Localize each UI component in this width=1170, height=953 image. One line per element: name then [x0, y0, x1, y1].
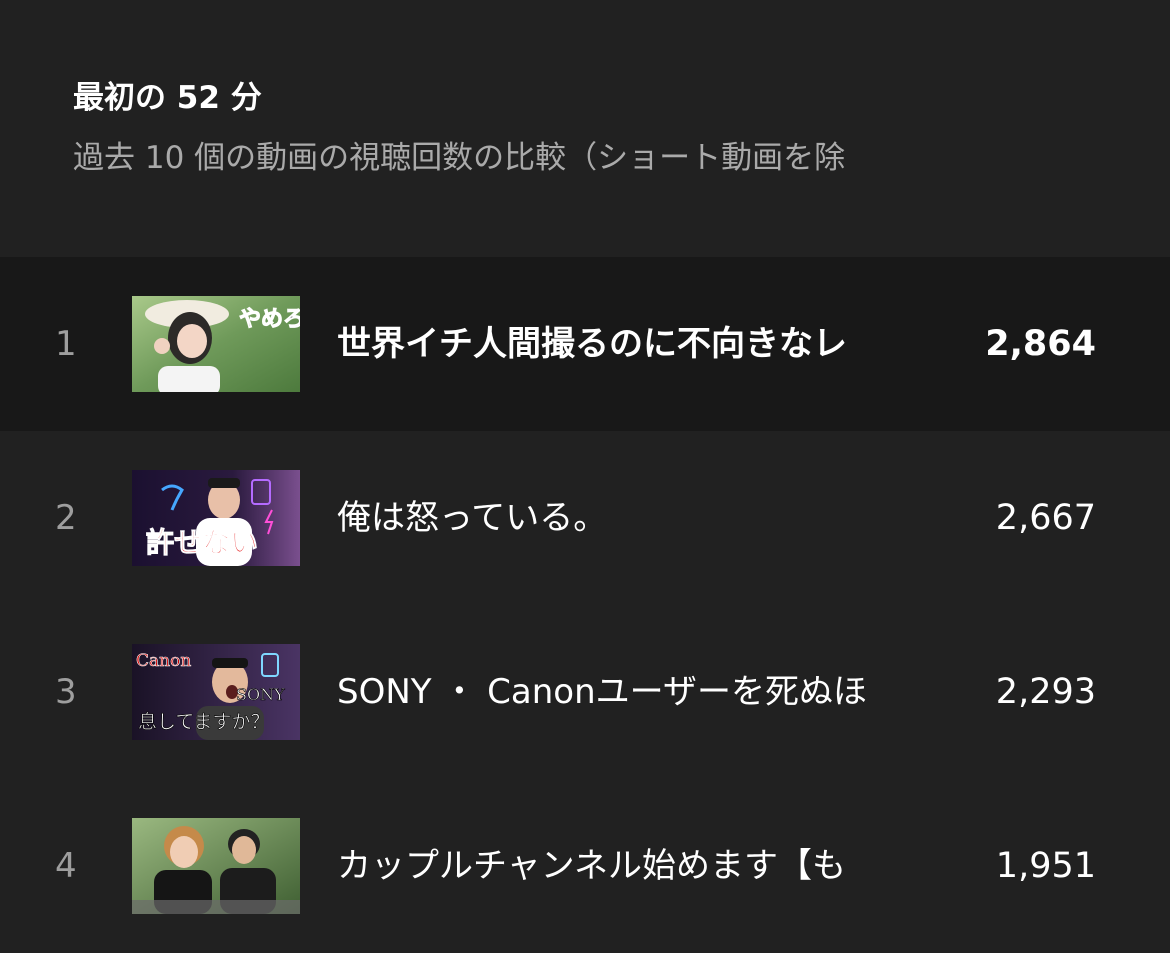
video-thumbnail[interactable]: Canon SONY 息してますか？	[132, 644, 300, 740]
video-views: 2,864	[985, 324, 1096, 364]
thumbnail-caption-canon: Canon	[136, 651, 191, 671]
video-title[interactable]: SONY ・ Canonユーザーを死ぬほ	[337, 605, 947, 779]
thumbnail-caption-question: 息してますか？	[138, 711, 269, 733]
thumbnail-caption: やめろ	[239, 307, 300, 332]
card-title: 最初の 52 分	[73, 80, 262, 116]
card-header: 最初の 52 分 過去 10 個の動画の視聴回数の比較（ショート動画を除	[73, 78, 1153, 178]
video-views: 1,951	[995, 846, 1096, 886]
thumbnail-caption-sony: SONY	[236, 685, 285, 704]
video-row[interactable]: 1 やめろ 世界イチ人間撮るのに不向きなレ 2,864	[0, 257, 1170, 431]
video-thumbnail[interactable]	[132, 818, 300, 914]
video-title[interactable]: 俺は怒っている。	[337, 431, 947, 605]
card-subtitle: 過去 10 個の動画の視聴回数の比較（ショート動画を除	[73, 140, 846, 176]
thumbnail-caption: 許せない	[146, 526, 258, 559]
video-rank: 1	[55, 324, 77, 364]
video-row[interactable]: 4 カップルチャンネル始めます【も 1,951	[0, 779, 1170, 953]
video-title[interactable]: 世界イチ人間撮るのに不向きなレ	[337, 257, 947, 431]
video-rank: 2	[55, 498, 77, 538]
video-thumbnail[interactable]: やめろ	[132, 296, 300, 392]
video-rank: 3	[55, 672, 77, 712]
video-row[interactable]: 2 許せない 俺は怒っている。 2,667	[0, 431, 1170, 605]
video-list: 1 やめろ 世界イチ人間撮るのに不向きなレ 2,864 2 許せない 俺は怒って…	[0, 257, 1170, 953]
views-comparison-card: 最初の 52 分 過去 10 個の動画の視聴回数の比較（ショート動画を除 1 や…	[0, 0, 1170, 953]
video-title[interactable]: カップルチャンネル始めます【も	[337, 779, 947, 953]
video-views: 2,667	[995, 498, 1096, 538]
video-thumbnail[interactable]: 許せない	[132, 470, 300, 566]
video-views: 2,293	[995, 672, 1096, 712]
video-rank: 4	[55, 846, 77, 886]
video-row[interactable]: 3 Canon SONY 息してますか？ SONY ・ Canonユーザーを死ぬ…	[0, 605, 1170, 779]
